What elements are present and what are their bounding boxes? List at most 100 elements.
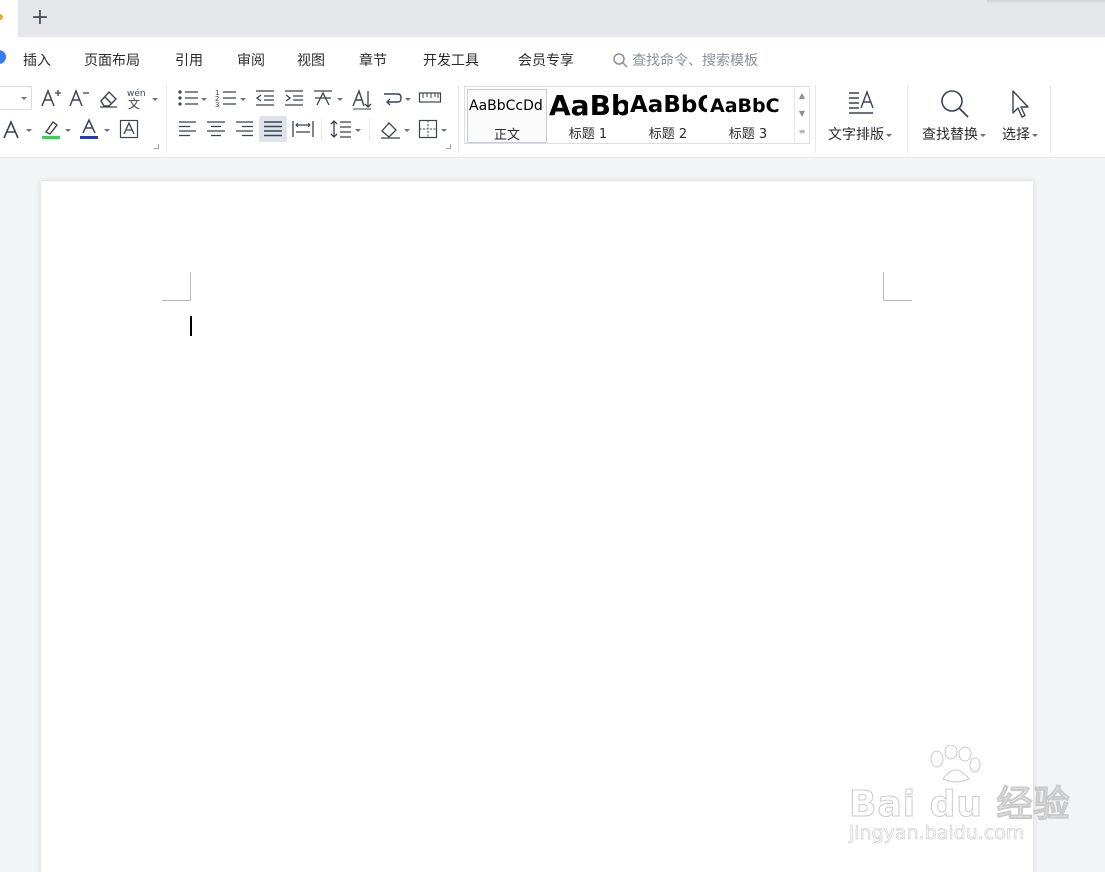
align-center-icon[interactable] bbox=[206, 120, 226, 138]
chevron-down-icon[interactable] bbox=[104, 129, 110, 132]
svg-text:3: 3 bbox=[215, 101, 219, 108]
menu-page-layout[interactable]: 页面布局 bbox=[84, 50, 140, 70]
line-spacing-icon[interactable] bbox=[330, 119, 352, 139]
chevron-down-icon bbox=[1032, 133, 1038, 137]
decrease-indent-icon[interactable] bbox=[254, 88, 276, 108]
style-sample-text: AaBbCcDd bbox=[469, 98, 543, 114]
style-sample-text: AaBbC bbox=[630, 92, 707, 118]
bullet-list-icon[interactable] bbox=[177, 88, 199, 108]
increase-indent-icon[interactable] bbox=[283, 88, 305, 108]
ribbon-separator bbox=[369, 119, 370, 141]
menu-chapter[interactable]: 章节 bbox=[359, 50, 387, 70]
scroll-down-icon[interactable]: ▼ bbox=[795, 105, 809, 123]
chevron-down-icon bbox=[980, 133, 986, 137]
chevron-down-icon[interactable] bbox=[65, 129, 71, 132]
margin-corner-top-right bbox=[883, 272, 912, 301]
cursor-arrow-icon bbox=[1006, 88, 1034, 120]
chevron-down-icon bbox=[21, 97, 27, 100]
chevron-down-icon[interactable] bbox=[441, 129, 447, 132]
command-search-placeholder: 查找命令、搜索模板 bbox=[632, 53, 758, 69]
text-layout-icon bbox=[846, 88, 876, 118]
ribbon-separator bbox=[166, 85, 167, 153]
chevron-down-icon[interactable] bbox=[201, 98, 207, 101]
menu-review[interactable]: 审阅 bbox=[237, 50, 265, 70]
chevron-down-icon[interactable] bbox=[337, 98, 343, 101]
style-sample-text: AaBbC bbox=[710, 95, 780, 117]
style-heading-1[interactable]: AaBb 标题 1 bbox=[548, 89, 628, 143]
numbered-list-icon[interactable]: 123 bbox=[215, 88, 237, 108]
decrease-font-size-icon[interactable] bbox=[68, 87, 90, 109]
ribbon-separator bbox=[1050, 85, 1051, 153]
tab-bar-edge bbox=[987, 0, 1105, 4]
document-tab-icon bbox=[0, 14, 3, 20]
justify-icon[interactable] bbox=[263, 120, 283, 138]
magnifier-icon bbox=[939, 88, 971, 120]
styles-gallery: AaBbCcDd 正文 AaBb 标题 1 AaBbC 标题 2 AaBbC 标… bbox=[464, 86, 810, 144]
ribbon-separator bbox=[907, 85, 908, 153]
chevron-down-icon[interactable] bbox=[405, 98, 411, 101]
phonetic-guide-icon[interactable]: wén 文 bbox=[126, 86, 150, 110]
find-replace-label: 查找替换 bbox=[922, 127, 978, 143]
chevron-down-icon[interactable] bbox=[26, 129, 32, 132]
borders-icon[interactable] bbox=[418, 119, 438, 139]
style-sample-text: AaBb bbox=[549, 89, 628, 122]
expand-gallery-icon[interactable]: ≡ bbox=[795, 123, 809, 141]
paragraph-dialog-launcher[interactable] bbox=[446, 144, 451, 149]
menu-view[interactable]: 视图 bbox=[297, 50, 325, 70]
menu-developer-tools[interactable]: 开发工具 bbox=[423, 50, 479, 70]
chevron-down-icon[interactable] bbox=[404, 129, 410, 132]
distributed-align-icon[interactable] bbox=[292, 120, 314, 138]
chinese-layout-icon[interactable] bbox=[312, 88, 334, 108]
watermark-brand: Bai du 经验 bbox=[849, 784, 1071, 826]
style-normal[interactable]: AaBbCcDd 正文 bbox=[467, 89, 547, 143]
menu-member-exclusive[interactable]: 会员专享 bbox=[518, 50, 574, 70]
text-layout-label: 文字排版 bbox=[828, 127, 884, 143]
search-icon bbox=[613, 52, 628, 68]
scroll-up-icon[interactable]: ▲ bbox=[795, 87, 809, 105]
font-dialog-launcher[interactable] bbox=[154, 144, 159, 149]
clear-format-icon[interactable] bbox=[97, 87, 119, 109]
new-tab-button[interactable]: + bbox=[29, 6, 51, 30]
chevron-down-icon[interactable] bbox=[240, 98, 246, 101]
text-cursor bbox=[190, 316, 192, 336]
ruler-icon[interactable] bbox=[418, 89, 442, 107]
font-color-icon[interactable] bbox=[79, 118, 99, 140]
baidu-jingyan-watermark: Bai du 经验 jingyan.baidu.com bbox=[845, 745, 1070, 855]
highlight-color-icon[interactable] bbox=[40, 118, 62, 140]
text-effect-icon[interactable] bbox=[2, 119, 22, 141]
ribbon-separator bbox=[458, 85, 459, 153]
font-size-select[interactable] bbox=[0, 86, 32, 110]
watermark-url: jingyan.baidu.com bbox=[849, 822, 1025, 845]
style-heading-2[interactable]: AaBbC 标题 2 bbox=[629, 89, 707, 143]
increase-font-size-icon[interactable] bbox=[40, 87, 62, 109]
style-name: 标题 1 bbox=[568, 127, 608, 142]
menu-bar: 插入 页面布局 引用 审阅 视图 章节 开发工具 会员专享 查找命令、搜索模板 bbox=[0, 37, 1105, 83]
ribbon-separator bbox=[321, 119, 322, 141]
align-right-icon[interactable] bbox=[234, 120, 254, 138]
select-button[interactable]: 选择 bbox=[996, 86, 1044, 146]
align-left-icon[interactable] bbox=[178, 120, 198, 138]
find-replace-button[interactable]: 查找替换 bbox=[914, 86, 994, 146]
style-name: 标题 3 bbox=[728, 127, 768, 142]
chevron-down-icon[interactable] bbox=[152, 98, 158, 101]
chevron-down-icon[interactable] bbox=[355, 129, 361, 132]
styles-gallery-scroll: ▲ ▼ ≡ bbox=[794, 87, 809, 143]
ribbon-separator bbox=[815, 85, 816, 153]
svg-text:文: 文 bbox=[128, 96, 140, 110]
menu-references[interactable]: 引用 bbox=[175, 50, 203, 70]
style-name: 正文 bbox=[493, 128, 520, 143]
text-direction-icon[interactable] bbox=[351, 88, 373, 110]
style-heading-3[interactable]: AaBbC 标题 3 bbox=[709, 89, 787, 143]
text-layout-button[interactable]: 文字排版 bbox=[822, 86, 898, 146]
character-border-icon[interactable] bbox=[119, 119, 139, 139]
menu-insert[interactable]: 插入 bbox=[23, 50, 51, 70]
style-name: 标题 2 bbox=[648, 127, 688, 142]
active-document-tab[interactable] bbox=[0, 0, 18, 37]
line-break-icon[interactable] bbox=[381, 88, 403, 110]
select-label: 选择 bbox=[1002, 127, 1030, 143]
paragraph-shading-icon[interactable] bbox=[378, 118, 402, 140]
margin-corner-top-left bbox=[162, 272, 191, 301]
command-search[interactable]: 查找命令、搜索模板 bbox=[612, 50, 758, 70]
app-menu-icon[interactable] bbox=[0, 50, 6, 64]
chevron-down-icon bbox=[886, 133, 892, 137]
